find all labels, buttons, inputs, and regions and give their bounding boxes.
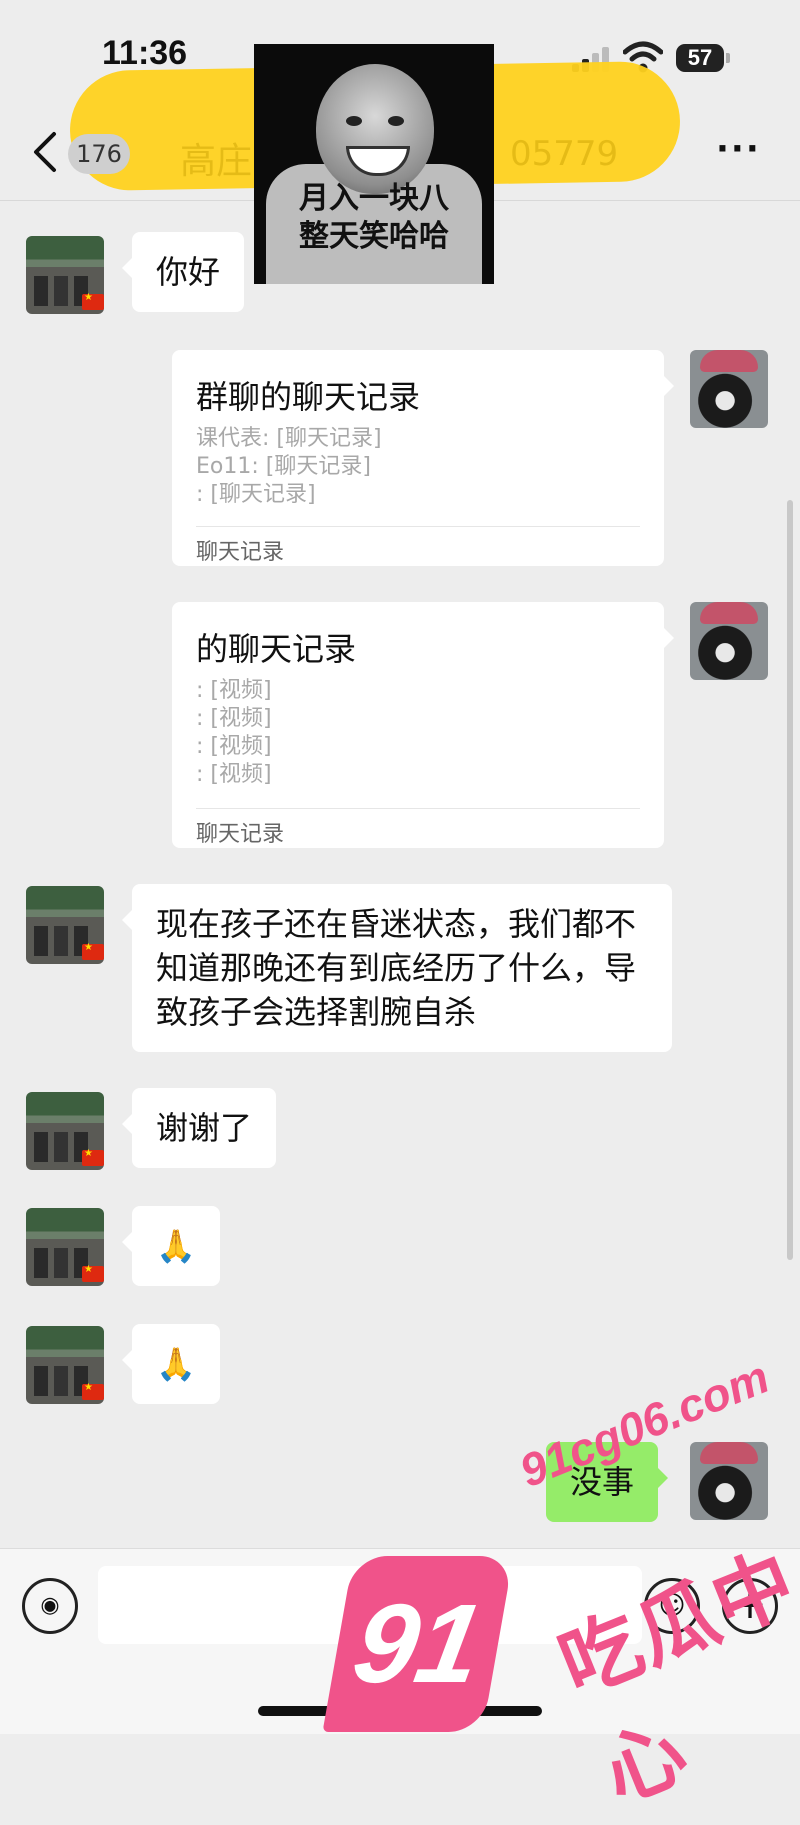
battery-icon: 57 — [676, 44, 724, 72]
battery-tip — [726, 53, 730, 63]
contact-avatar[interactable] — [26, 886, 104, 964]
my-avatar[interactable] — [690, 602, 768, 680]
flag-icon — [82, 1264, 104, 1282]
meme-caption-line2: 整天笑哈哈 — [299, 219, 449, 254]
message-bubble[interactable]: 🙏 — [122, 1324, 220, 1404]
card-line: : [视频] — [196, 762, 272, 787]
chevron-left-icon — [34, 132, 56, 172]
more-options-button[interactable]: ··· — [716, 132, 766, 174]
message-bubble[interactable]: 现在孩子还在昏迷状态，我们都不知道那晚还有到底经历了什么，导致孩子会选择割腕自杀 — [122, 884, 672, 1052]
message-bubble[interactable]: 🙏 — [122, 1206, 220, 1286]
contact-avatar[interactable] — [26, 1326, 104, 1404]
my-avatar[interactable] — [690, 1442, 768, 1520]
contact-avatar[interactable] — [26, 1208, 104, 1286]
chat-title: 高庄 — [180, 141, 253, 182]
forwarded-chat-card[interactable]: 的聊天记录 : [视频] : [视频] : [视频] : [视频] 聊天记录 — [172, 602, 674, 848]
flag-icon — [82, 292, 104, 310]
contact-avatar[interactable] — [26, 236, 104, 314]
voice-input-button[interactable]: ◉ — [22, 1578, 78, 1634]
status-time: 11:36 — [102, 34, 188, 72]
card-title: 群聊的聊天记录 — [196, 378, 421, 416]
scrollbar[interactable] — [787, 500, 793, 1260]
message-bubble[interactable]: 你好 — [121, 232, 245, 312]
message-bubble[interactable]: 谢谢了 — [121, 1088, 277, 1168]
meme-caption: 月入一块八 整天笑哈哈 — [254, 180, 494, 256]
watermark-logo: 91 — [322, 1556, 514, 1732]
card-line: : [聊天记录] — [196, 482, 316, 507]
meme-sticker: 月入一块八 整天笑哈哈 — [254, 44, 494, 284]
card-divider — [196, 526, 640, 527]
flag-icon — [82, 942, 104, 960]
card-footer: 聊天记录 — [196, 822, 285, 847]
flag-icon — [82, 1148, 104, 1166]
forwarded-chat-card[interactable]: 群聊的聊天记录 课代表: [聊天记录] Eo11: [聊天记录] : [聊天记录… — [172, 350, 674, 566]
card-divider — [196, 808, 640, 809]
chat-title-suffix: 05779 — [510, 134, 619, 174]
contact-avatar[interactable] — [26, 1092, 104, 1170]
back-button[interactable] — [30, 130, 60, 174]
card-footer: 聊天记录 — [196, 540, 285, 565]
unread-count-badge[interactable]: 176 — [68, 134, 130, 174]
meme-face — [316, 64, 434, 194]
flag-icon — [82, 1382, 104, 1400]
meme-caption-line1: 月入一块八 — [299, 181, 449, 216]
voice-icon: ◉ — [40, 1593, 60, 1618]
card-title: 的聊天记录 — [196, 630, 357, 668]
my-avatar[interactable] — [690, 350, 768, 428]
